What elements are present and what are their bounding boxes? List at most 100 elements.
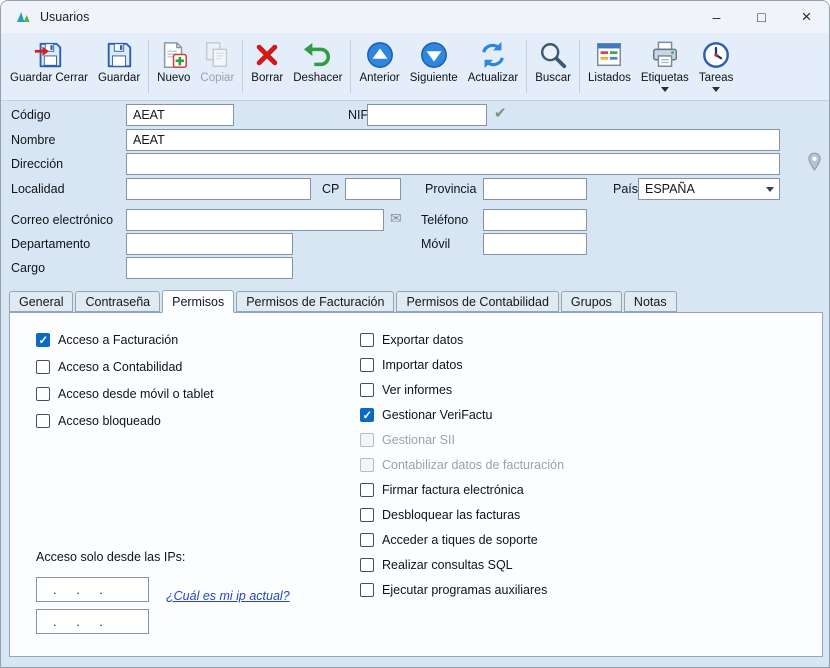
close-button[interactable]: × <box>784 1 829 33</box>
checkbox-box <box>360 483 374 497</box>
location-pin-icon[interactable] <box>807 152 822 175</box>
new-icon <box>159 39 189 70</box>
tab-label: Notas <box>634 295 667 309</box>
pais-label: País <box>613 182 638 196</box>
localidad-label: Localidad <box>11 182 65 196</box>
telefono-input[interactable] <box>483 209 587 231</box>
cargo-input[interactable] <box>126 257 293 279</box>
checkbox-acceder-a-tiques-de-soporte[interactable]: Acceder a tiques de soporte <box>360 532 564 548</box>
toolbar-button-deshacer[interactable]: Deshacer <box>288 35 347 98</box>
correo-label: Correo electrónico <box>11 213 113 227</box>
checkbox-exportar-datos[interactable]: Exportar datos <box>360 332 564 348</box>
toolbar-button-borrar[interactable]: Borrar <box>246 35 288 98</box>
provincia-input[interactable] <box>483 178 587 200</box>
checkbox-label: Exportar datos <box>382 333 463 347</box>
checkbox-label: Realizar consultas SQL <box>382 558 513 572</box>
checkbox-importar-datos[interactable]: Importar datos <box>360 357 564 373</box>
checkbox-box <box>360 533 374 547</box>
checkbox-label: Gestionar VeriFactu <box>382 408 492 422</box>
toolbar-button-guardar-cerrar[interactable]: Guardar Cerrar <box>5 35 93 98</box>
toolbar: Guardar Cerrar Guardar Nuevo Copiar <box>1 33 829 101</box>
tab-permisos[interactable]: Permisos <box>162 290 234 313</box>
checkbox-gestionar-sii[interactable]: Gestionar SII <box>360 432 564 448</box>
tab-permisos-facturacion[interactable]: Permisos de Facturación <box>236 291 394 312</box>
reports-icon <box>594 39 624 70</box>
checkbox-desbloquear-las-facturas[interactable]: Desbloquear las facturas <box>360 507 564 523</box>
tab-permisos-contabilidad[interactable]: Permisos de Contabilidad <box>396 291 558 312</box>
checkbox-box <box>36 387 50 401</box>
checkbox-gestionar-verifactu[interactable]: Gestionar VeriFactu <box>360 407 564 423</box>
toolbar-button-tareas[interactable]: Tareas <box>694 35 739 98</box>
toolbar-button-nuevo[interactable]: Nuevo <box>152 35 195 98</box>
codigo-input[interactable] <box>126 104 234 126</box>
checkbox-ver-informes[interactable]: Ver informes <box>360 382 564 398</box>
nif-input[interactable] <box>367 104 487 126</box>
tab-notas[interactable]: Notas <box>624 291 677 312</box>
chevron-down-icon <box>766 187 774 192</box>
codigo-label: Código <box>11 108 51 122</box>
correo-input[interactable] <box>126 209 384 231</box>
envelope-icon[interactable]: ✉ <box>390 211 402 225</box>
departamento-input[interactable] <box>126 233 293 255</box>
tab-label: Permisos <box>172 295 224 309</box>
movil-input[interactable] <box>483 233 587 255</box>
checkbox-label: Acceso desde móvil o tablet <box>58 387 214 401</box>
movil-label: Móvil <box>421 237 450 251</box>
nombre-input[interactable] <box>126 129 780 151</box>
chevron-down-icon <box>661 87 669 92</box>
toolbar-separator <box>148 40 149 93</box>
toolbar-button-copiar[interactable]: Copiar <box>195 35 239 98</box>
toolbar-button-buscar[interactable]: Buscar <box>530 35 576 98</box>
toolbar-button-etiquetas[interactable]: Etiquetas <box>636 35 694 98</box>
toolbar-button-siguiente[interactable]: Siguiente <box>405 35 463 98</box>
provincia-label: Provincia <box>425 182 476 196</box>
checkbox-acceso-a-contabilidad[interactable]: Acceso a Contabilidad <box>36 359 214 375</box>
nombre-label: Nombre <box>11 133 55 147</box>
app-logo-icon <box>15 9 31 25</box>
checkbox-label: Gestionar SII <box>382 433 455 447</box>
checkbox-box <box>360 408 374 422</box>
ip-input-2[interactable]: . . . <box>36 609 149 634</box>
toolbar-button-label: Actualizar <box>468 72 519 84</box>
checkbox-acceso-bloqueado[interactable]: Acceso bloqueado <box>36 413 214 429</box>
nif-label: NIF <box>348 108 368 122</box>
toolbar-button-label: Guardar Cerrar <box>10 72 88 84</box>
direccion-input[interactable] <box>126 153 780 175</box>
checkbox-realizar-consultas-sql[interactable]: Realizar consultas SQL <box>360 557 564 573</box>
ip-restriction-label: Acceso solo desde las IPs: <box>36 550 185 564</box>
tab-label: Permisos de Contabilidad <box>406 295 548 309</box>
checkbox-contabilizar-datos-de-facturacion[interactable]: Contabilizar datos de facturación <box>360 457 564 473</box>
toolbar-button-anterior[interactable]: Anterior <box>354 35 404 98</box>
usuarios-window: Usuarios – □ × Guardar Cerrar Guardar Nu… <box>0 0 830 668</box>
localidad-input[interactable] <box>126 178 311 200</box>
tab-contrasena[interactable]: Contraseña <box>75 291 160 312</box>
toolbar-button-label: Anterior <box>359 72 399 84</box>
save-icon <box>104 39 134 70</box>
toolbar-button-label: Siguiente <box>410 72 458 84</box>
checkbox-firmar-factura-electronica[interactable]: Firmar factura electrónica <box>360 482 564 498</box>
checkbox-label: Importar datos <box>382 358 463 372</box>
checkbox-ejecutar-programas-auxiliares[interactable]: Ejecutar programas auxiliares <box>360 582 564 598</box>
pais-select[interactable]: ESPAÑA <box>638 178 780 200</box>
checkbox-box <box>360 508 374 522</box>
toolbar-button-actualizar[interactable]: Actualizar <box>463 35 524 98</box>
minimize-button[interactable]: – <box>694 1 739 33</box>
toolbar-button-label: Tareas <box>699 72 734 84</box>
cp-input[interactable] <box>345 178 401 200</box>
permisos-panel: Acceso a Facturación Acceso a Contabilid… <box>9 312 823 657</box>
tab-grupos[interactable]: Grupos <box>561 291 622 312</box>
toolbar-button-listados[interactable]: Listados <box>583 35 636 98</box>
copy-icon <box>202 39 232 70</box>
toolbar-button-guardar[interactable]: Guardar <box>93 35 145 98</box>
delete-icon <box>253 39 281 70</box>
maximize-button[interactable]: □ <box>739 1 784 33</box>
checkbox-label: Firmar factura electrónica <box>382 483 524 497</box>
checkbox-acceso-a-facturacion[interactable]: Acceso a Facturación <box>36 332 214 348</box>
whats-my-ip-link[interactable]: ¿Cuál es mi ip actual? <box>166 589 290 603</box>
ip-input-1[interactable]: . . . <box>36 577 149 602</box>
tab-general[interactable]: General <box>9 291 73 312</box>
cargo-label: Cargo <box>11 261 45 275</box>
tab-label: Contraseña <box>85 295 150 309</box>
checkbox-acceso-desde-movil-o-tablet[interactable]: Acceso desde móvil o tablet <box>36 386 214 402</box>
toolbar-separator <box>350 40 351 93</box>
